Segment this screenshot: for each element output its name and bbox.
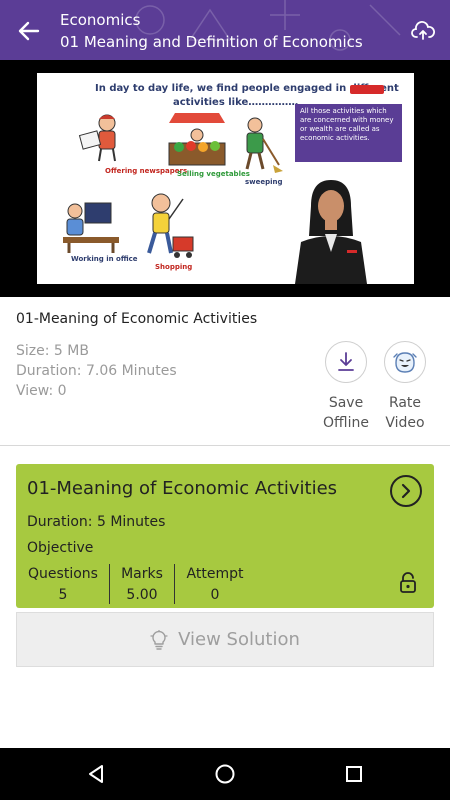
section-divider (0, 445, 450, 446)
view-solution-button[interactable]: View Solution (16, 612, 434, 667)
rating-face-icon (393, 352, 417, 373)
test-card[interactable]: 01-Meaning of Economic Activities Durati… (16, 464, 434, 608)
save-offline-circle (325, 341, 367, 383)
lecture-duration: Duration: 7.06 Minutes (16, 363, 177, 379)
download-icon (338, 352, 354, 371)
stat-attempt-value: 0 (210, 587, 220, 603)
header-subject: Economics (60, 11, 141, 29)
chevron-right-icon (401, 483, 411, 499)
rate-video-label-1: Rate (388, 395, 422, 411)
cloud-upload-button[interactable] (408, 16, 438, 46)
rate-video-label-2: Video (385, 415, 425, 431)
rate-video-button[interactable]: Rate Video (375, 341, 435, 433)
stat-marks-label: Marks (121, 566, 163, 582)
arrow-left-icon (18, 21, 40, 41)
header-title: 01 Meaning and Definition of Economics (60, 33, 363, 51)
back-button[interactable] (14, 16, 44, 46)
stat-questions-label: Questions (28, 566, 98, 582)
nav-back-button[interactable] (84, 762, 108, 786)
save-offline-label-2: Offline (323, 415, 369, 431)
header-pattern (135, 0, 401, 51)
stat-marks: Marks 5.00 (112, 564, 172, 606)
label-office: Working in office (71, 255, 138, 263)
lecture-slide: In day to day life, we find people engag… (37, 73, 414, 284)
cloud-upload-icon (411, 21, 435, 40)
test-type: Objective (27, 540, 94, 556)
slide-note: All those activities which are concerned… (295, 104, 402, 162)
lightbulb-icon (150, 629, 168, 650)
stat-questions-value: 5 (58, 587, 68, 603)
stat-attempt-label: Attempt (186, 566, 244, 582)
stat-marks-value: 5.00 (126, 587, 158, 603)
newspaper-boy-illustration (78, 114, 116, 162)
nav-recents-icon (346, 766, 362, 782)
view-solution-label: View Solution (178, 629, 300, 650)
vegetable-stall-illustration (168, 113, 226, 166)
lecture-views: View: 0 (16, 383, 67, 399)
save-offline-button[interactable]: Save Offline (316, 341, 376, 433)
slide-brand-badge (350, 85, 384, 94)
nav-recents-button[interactable] (342, 762, 366, 786)
nav-home-button[interactable] (213, 762, 237, 786)
office-worker-illustration (63, 202, 119, 253)
test-duration: Duration: 5 Minutes (27, 514, 166, 530)
label-shopping: Shopping (155, 263, 193, 271)
open-test-button[interactable] (390, 475, 422, 507)
lecture-size: Size: 5 MB (16, 343, 89, 359)
stat-attempt: Attempt 0 (180, 564, 250, 606)
label-sweeping: sweeping (245, 178, 283, 186)
nav-home-icon (215, 764, 235, 784)
app-screen: Economics 01 Meaning and Definition of E… (0, 0, 450, 800)
rate-video-circle (384, 341, 426, 383)
lecture-title: 01-Meaning of Economic Activities (16, 311, 258, 327)
stat-questions: Questions 5 (26, 564, 100, 606)
app-header: Economics 01 Meaning and Definition of E… (0, 0, 450, 60)
system-nav-bar (0, 748, 450, 800)
slide-heading-2: activities like…………… (173, 97, 299, 108)
stat-separator (109, 564, 110, 604)
save-offline-label-1: Save (328, 395, 364, 411)
nav-back-icon (89, 765, 103, 783)
video-player[interactable]: In day to day life, we find people engag… (0, 60, 450, 297)
shopper-illustration (147, 193, 194, 258)
presenter-image (295, 180, 367, 284)
test-title: 01-Meaning of Economic Activities (27, 478, 338, 499)
unlock-icon (400, 572, 416, 593)
stat-separator (174, 564, 175, 604)
sweeper-illustration (245, 117, 283, 173)
